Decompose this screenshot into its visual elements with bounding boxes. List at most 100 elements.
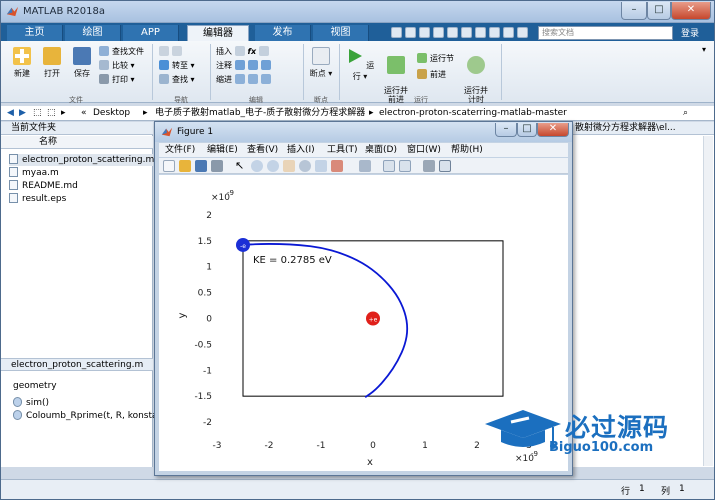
run-section-button[interactable]: 运行节 <box>417 53 454 64</box>
folder-up-icon[interactable]: ⬚ <box>33 106 42 120</box>
data-cursor-icon[interactable] <box>315 160 327 172</box>
menu-view[interactable]: 查看(V) <box>247 143 278 157</box>
menu-window[interactable]: 窗口(W) <box>407 143 441 157</box>
open-file-icon[interactable] <box>179 160 191 172</box>
file-item[interactable]: README.md <box>9 180 78 192</box>
run-button[interactable]: 运行 ▾ <box>345 47 375 82</box>
format-icon <box>258 46 269 56</box>
colorbar-icon[interactable] <box>383 160 395 172</box>
x-tick-label: 2 <box>474 441 480 451</box>
path-dropdown-icon[interactable]: ▸ <box>61 106 66 120</box>
save-figure-icon[interactable] <box>195 160 207 172</box>
menu-tools[interactable]: 工具(T) <box>327 143 358 157</box>
path-segment-project[interactable]: 电子质子散射matlab_电子-质子散射微分方程求解器 <box>155 106 365 120</box>
browse-folder-icon[interactable]: ⬚ <box>47 106 56 120</box>
search-input[interactable]: 搜索文档 <box>538 26 673 40</box>
pointer-icon[interactable]: ↖ <box>235 160 247 172</box>
function-item[interactable]: Coloumb_Rprime(t, R, konsta... <box>13 410 166 422</box>
scrollbar[interactable] <box>703 136 713 466</box>
brush-icon[interactable] <box>331 160 343 172</box>
forward-arrow-icon[interactable]: ▶ <box>19 106 26 120</box>
tab-home[interactable]: 主页 <box>7 25 63 41</box>
tab-apps[interactable]: APP <box>123 25 179 41</box>
path-segment-desktop[interactable]: Desktop <box>93 106 130 120</box>
menu-insert[interactable]: 插入(I) <box>287 143 315 157</box>
print-button[interactable]: 打印 ▾ <box>99 74 135 85</box>
link-plot-icon[interactable] <box>359 160 371 172</box>
figure-minimize-button[interactable]: – <box>495 123 517 137</box>
zoom-in-icon[interactable] <box>251 160 263 172</box>
smart-indent-icon <box>234 74 245 84</box>
qat-save-icon[interactable] <box>391 27 402 38</box>
menu-edit[interactable]: 编辑(E) <box>207 143 238 157</box>
hide-plot-tools-icon[interactable] <box>423 160 435 172</box>
figure-maximize-button[interactable]: □ <box>517 123 537 137</box>
nav-back-button[interactable] <box>159 46 185 57</box>
menu-help[interactable]: 帮助(H) <box>451 143 483 157</box>
fx-icon[interactable]: fx <box>248 47 257 56</box>
find-button[interactable]: 查找 ▾ <box>159 74 195 85</box>
breakpoint-button[interactable]: 断点 ▾ <box>307 47 335 79</box>
goto-button[interactable]: 转至 ▾ <box>159 60 195 71</box>
file-item[interactable]: electron_proton_scattering.m <box>9 154 154 166</box>
path-segment-master[interactable]: electron-proton-scaterring-matlab-master <box>379 106 567 120</box>
menu-file[interactable]: 文件(F) <box>165 143 195 157</box>
qat-help2-icon[interactable] <box>503 27 514 38</box>
close-button[interactable]: ✕ <box>671 2 711 20</box>
function-item[interactable]: sim() <box>13 397 49 409</box>
tab-publish[interactable]: 发布 <box>255 25 311 41</box>
path-overflow[interactable]: « <box>81 106 87 120</box>
x-tick-label: -1 <box>317 441 326 451</box>
tab-editor[interactable]: 编辑器 <box>187 25 249 41</box>
minimize-button[interactable]: – <box>621 2 647 20</box>
insert-button[interactable]: 插入 fx <box>216 46 272 57</box>
compare-button[interactable]: 比较 ▾ <box>99 60 135 71</box>
indent-less-icon <box>260 74 271 84</box>
advance-button[interactable]: 前进 <box>417 69 446 80</box>
qat-undo-icon[interactable] <box>447 27 458 38</box>
figure-close-button[interactable]: ✕ <box>537 123 569 137</box>
file-item[interactable]: result.eps <box>9 193 66 205</box>
run-and-time-button[interactable]: 运行并 计时 <box>459 47 493 104</box>
pan-hand-icon[interactable] <box>283 160 295 172</box>
title-bar: MATLAB R2018a – □ ✕ <box>1 1 714 23</box>
legend-icon[interactable] <box>399 160 411 172</box>
new-figure-icon[interactable] <box>163 160 175 172</box>
path-search-icon[interactable]: ⌕ <box>683 106 688 120</box>
qat-copy-icon[interactable] <box>419 27 430 38</box>
floppy-disk-icon <box>73 47 91 65</box>
y-tick-label: -1.5 <box>194 392 212 402</box>
qat-paste-icon[interactable] <box>433 27 444 38</box>
path-separator: ▸ <box>369 108 374 118</box>
zoom-out-icon[interactable] <box>267 160 279 172</box>
qat-redo-icon[interactable] <box>461 27 472 38</box>
arrow-right-icon <box>172 46 182 56</box>
qat-dropdown-icon[interactable] <box>517 27 528 38</box>
save-button[interactable]: 保存 <box>69 47 95 79</box>
qat-switch-icon[interactable] <box>475 27 486 38</box>
status-col-label: 列 <box>661 487 671 497</box>
column-header-name[interactable]: 名称 <box>1 136 153 149</box>
comment-button[interactable]: 注释 <box>216 60 274 71</box>
tab-plots[interactable]: 绘图 <box>65 25 121 41</box>
proton-label: +e <box>369 317 378 324</box>
run-section-icon <box>417 53 427 63</box>
qat-cut-icon[interactable] <box>405 27 416 38</box>
new-button[interactable]: 新建 <box>9 47 35 79</box>
tab-view[interactable]: 视图 <box>313 25 369 41</box>
rotate-3d-icon[interactable] <box>299 160 311 172</box>
back-arrow-icon[interactable]: ◀ <box>7 106 14 120</box>
indent-button[interactable]: 缩进 <box>216 74 274 85</box>
open-button[interactable]: 打开 <box>39 47 65 79</box>
show-plot-tools-icon[interactable] <box>439 160 451 172</box>
file-item[interactable]: myaa.m <box>9 167 59 179</box>
ribbon-collapse-button[interactable]: ▾ <box>702 44 706 55</box>
y-tick-label: 2 <box>206 211 212 221</box>
qat-help-icon[interactable] <box>489 27 500 38</box>
maximize-button[interactable]: □ <box>647 2 671 20</box>
print-figure-icon[interactable] <box>211 160 223 172</box>
menu-desktop[interactable]: 桌面(D) <box>365 143 397 157</box>
find-files-button[interactable]: 查找文件 <box>99 46 144 57</box>
y-tick-label: 0.5 <box>198 289 212 299</box>
login-link[interactable]: 登录 <box>681 26 699 39</box>
